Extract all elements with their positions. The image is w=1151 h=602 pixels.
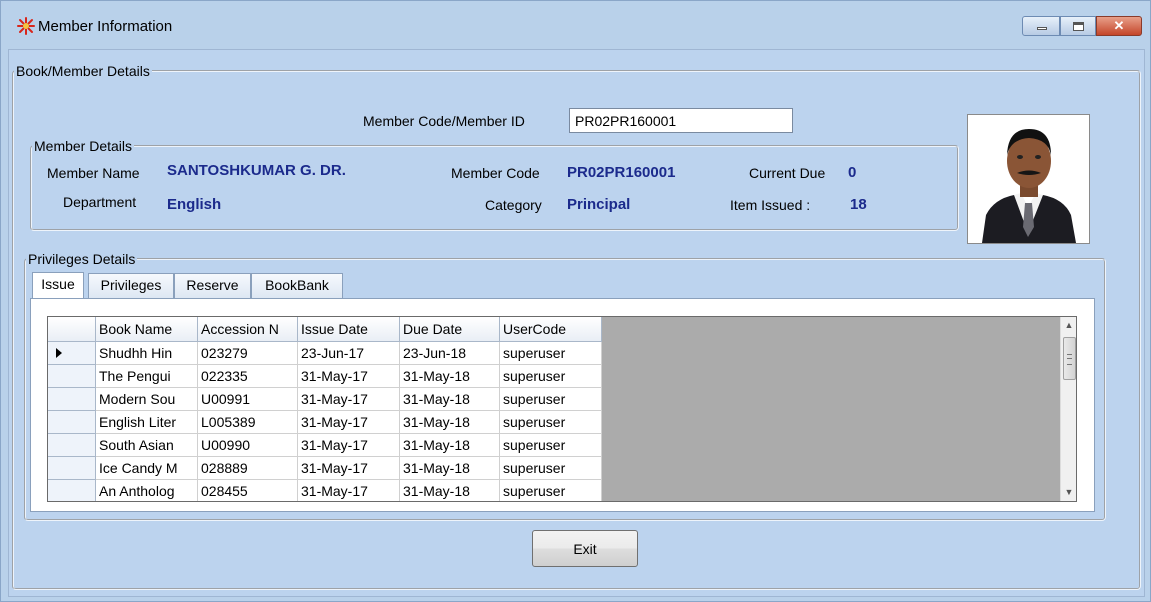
grid-corner-header [48, 317, 96, 342]
member-name-label: Member Name [47, 165, 140, 181]
cell-due-date[interactable]: 31-May-18 [400, 480, 500, 501]
cell-usercode[interactable]: superuser [500, 388, 602, 411]
grid-vertical-scrollbar[interactable]: ▲ ▼ [1060, 317, 1076, 501]
department-label: Department [63, 194, 137, 210]
column-header-book-name[interactable]: Book Name [96, 317, 198, 342]
book-member-details-legend: Book/Member Details [16, 63, 150, 79]
member-details-legend: Member Details [34, 138, 133, 154]
cell-due-date[interactable]: 31-May-18 [400, 388, 500, 411]
tab-privileges[interactable]: Privileges [88, 273, 174, 298]
cell-due-date[interactable]: 31-May-18 [400, 457, 500, 480]
cell-usercode[interactable]: superuser [500, 434, 602, 457]
cell-accession-no[interactable]: U00991 [198, 388, 298, 411]
red-star-app-icon [17, 17, 35, 35]
items-issued-value: 18 [850, 196, 867, 213]
issue-tab-panel: Book Name Accession N Issue Date Due Dat… [30, 298, 1095, 512]
tab-issue[interactable]: Issue [32, 272, 84, 298]
cell-usercode[interactable]: superuser [500, 342, 602, 365]
title-bar[interactable]: Member Information ✕ [1, 1, 1150, 49]
grid-empty-area [602, 317, 1060, 501]
window-title: Member Information [38, 18, 173, 35]
current-due-label: Current Due [749, 165, 826, 181]
row-selector[interactable] [48, 388, 96, 411]
cell-issue-date[interactable]: 31-May-17 [298, 480, 400, 501]
minimize-button[interactable] [1022, 16, 1060, 36]
column-header-due-date[interactable]: Due Date [400, 317, 500, 342]
cell-book-name[interactable]: The Pengui [96, 365, 198, 388]
cell-usercode[interactable]: superuser [500, 480, 602, 501]
cell-book-name[interactable]: English Liter [96, 411, 198, 434]
member-portrait-image [968, 115, 1089, 243]
exit-button[interactable]: Exit [532, 530, 638, 567]
close-button[interactable]: ✕ [1096, 16, 1142, 36]
cell-accession-no[interactable]: L005389 [198, 411, 298, 434]
cell-book-name[interactable]: South Asian [96, 434, 198, 457]
cell-issue-date[interactable]: 31-May-17 [298, 457, 400, 480]
current-due-value: 0 [848, 164, 857, 181]
cell-accession-no[interactable]: 028455 [198, 480, 298, 501]
cell-accession-no[interactable]: 023279 [198, 342, 298, 365]
member-details-group: Member Details [30, 138, 959, 231]
member-code-id-label: Member Code/Member ID [363, 113, 525, 129]
cell-book-name[interactable]: Ice Candy M [96, 457, 198, 480]
scroll-thumb[interactable] [1063, 337, 1076, 380]
privileges-details-legend: Privileges Details [28, 251, 136, 267]
column-header-issue-date[interactable]: Issue Date [298, 317, 400, 342]
cell-accession-no[interactable]: U00990 [198, 434, 298, 457]
row-selector[interactable] [48, 411, 96, 434]
member-information-window: Member Information ✕ Book/Member Details… [0, 0, 1151, 602]
cell-issue-date[interactable]: 31-May-17 [298, 434, 400, 457]
column-header-accession-no[interactable]: Accession N [198, 317, 298, 342]
cell-issue-date[interactable]: 31-May-17 [298, 411, 400, 434]
column-header-usercode[interactable]: UserCode [500, 317, 602, 342]
issued-books-grid[interactable]: Book Name Accession N Issue Date Due Dat… [47, 316, 1077, 502]
member-photo [967, 114, 1090, 244]
cell-usercode[interactable]: superuser [500, 365, 602, 388]
cell-book-name[interactable]: An Antholog [96, 480, 198, 501]
member-code-label: Member Code [451, 165, 540, 181]
cell-issue-date[interactable]: 31-May-17 [298, 388, 400, 411]
cell-usercode[interactable]: superuser [500, 411, 602, 434]
close-icon: ✕ [1113, 18, 1125, 33]
cell-due-date[interactable]: 23-Jun-18 [400, 342, 500, 365]
member-name-value: SANTOSHKUMAR G. DR. [167, 162, 346, 179]
row-selector[interactable] [48, 457, 96, 480]
row-selector[interactable] [48, 342, 96, 365]
department-value: English [167, 196, 222, 213]
category-value: Principal [567, 196, 631, 213]
scroll-up-arrow-icon[interactable]: ▲ [1061, 317, 1076, 334]
cell-issue-date[interactable]: 23-Jun-17 [298, 342, 400, 365]
cell-due-date[interactable]: 31-May-18 [400, 365, 500, 388]
row-selector[interactable] [48, 434, 96, 457]
cell-due-date[interactable]: 31-May-18 [400, 434, 500, 457]
cell-due-date[interactable]: 31-May-18 [400, 411, 500, 434]
scroll-down-arrow-icon[interactable]: ▼ [1061, 484, 1076, 501]
maximize-button[interactable] [1060, 16, 1096, 36]
member-code-input[interactable] [569, 108, 793, 133]
cell-accession-no[interactable]: 022335 [198, 365, 298, 388]
category-label: Category [485, 197, 542, 213]
items-issued-label: Item Issued : [730, 197, 811, 213]
minimize-icon [1037, 27, 1047, 30]
grip-icon [1067, 354, 1072, 365]
cell-accession-no[interactable]: 028889 [198, 457, 298, 480]
row-selector[interactable] [48, 365, 96, 388]
tab-bookbank[interactable]: BookBank [251, 273, 343, 298]
cell-issue-date[interactable]: 31-May-17 [298, 365, 400, 388]
cell-book-name[interactable]: Shudhh Hin [96, 342, 198, 365]
cell-usercode[interactable]: superuser [500, 457, 602, 480]
maximize-icon [1073, 22, 1084, 31]
tab-reserve[interactable]: Reserve [174, 273, 251, 298]
grid-cells-area: Book Name Accession N Issue Date Due Dat… [48, 317, 602, 501]
member-code-value: PR02PR160001 [567, 164, 676, 181]
cell-book-name[interactable]: Modern Sou [96, 388, 198, 411]
current-row-arrow-icon [56, 348, 62, 358]
row-selector[interactable] [48, 480, 96, 501]
